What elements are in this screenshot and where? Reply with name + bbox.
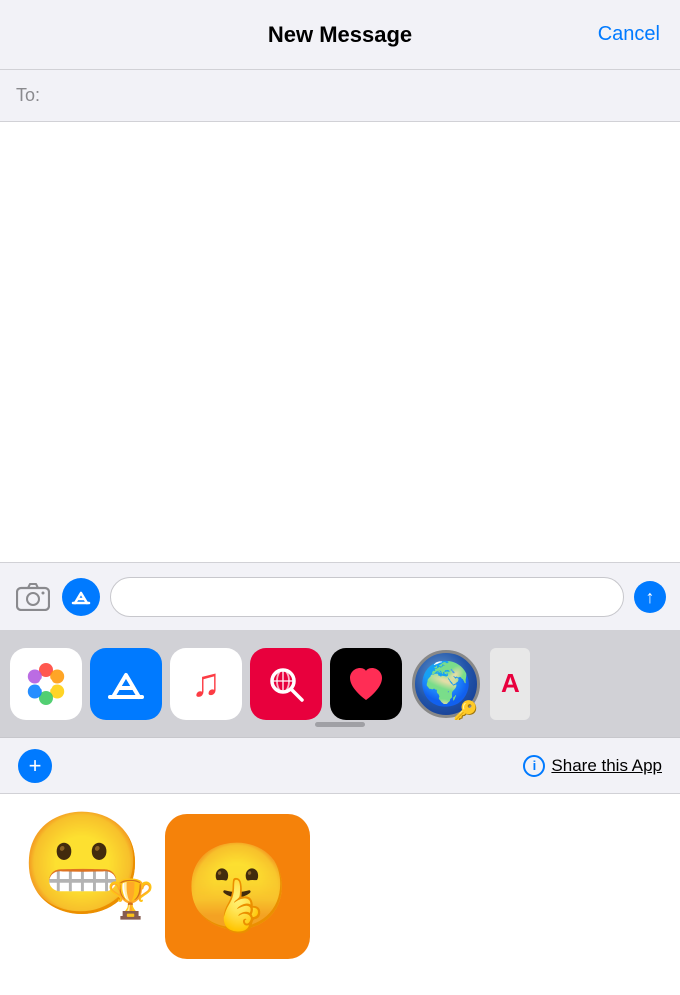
emoji-sweat-silent: 🤫 bbox=[184, 837, 290, 937]
tray-app-ad[interactable]: A bbox=[490, 648, 530, 720]
appstore-quick-button[interactable] bbox=[62, 578, 100, 616]
message-body[interactable] bbox=[0, 122, 680, 562]
emoji-trophy: 🏆 bbox=[107, 878, 154, 922]
emoji-trophy-sticker: 😬 🏆 bbox=[20, 814, 145, 914]
app-tray: ♫ 🌍 🔑 A bbox=[0, 630, 680, 738]
share-row: i Share this App bbox=[523, 755, 662, 777]
emoji-area: 😬 🏆 🤫 bbox=[0, 794, 680, 984]
send-button[interactable]: ↑ bbox=[634, 581, 666, 613]
message-input-wrap bbox=[110, 577, 624, 617]
add-button[interactable]: + bbox=[18, 749, 52, 783]
info-icon-label: i bbox=[533, 758, 537, 773]
tray-app-appstore[interactable] bbox=[90, 648, 162, 720]
action-bar: + i Share this App bbox=[0, 738, 680, 794]
page-title: New Message bbox=[268, 22, 412, 48]
tray-app-music[interactable]: ♫ bbox=[170, 648, 242, 720]
cancel-button[interactable]: Cancel bbox=[598, 23, 660, 46]
tray-app-globe[interactable]: 🌍 🔑 bbox=[410, 648, 482, 720]
emoji-sticker-box: 🤫 bbox=[165, 814, 310, 959]
tray-app-search[interactable] bbox=[250, 648, 322, 720]
share-app-label[interactable]: Share this App bbox=[551, 756, 662, 776]
tray-app-heart[interactable] bbox=[330, 648, 402, 720]
input-bar: ↑ bbox=[0, 562, 680, 630]
to-field-row: To: bbox=[0, 70, 680, 122]
plus-icon: + bbox=[29, 753, 42, 779]
send-arrow-icon: ↑ bbox=[646, 588, 655, 606]
info-button[interactable]: i bbox=[523, 755, 545, 777]
tray-app-photos[interactable] bbox=[10, 648, 82, 720]
to-label: To: bbox=[16, 85, 40, 106]
scroll-indicator bbox=[315, 722, 365, 727]
to-input[interactable] bbox=[48, 85, 664, 106]
header: New Message Cancel bbox=[0, 0, 680, 70]
camera-button[interactable] bbox=[14, 578, 52, 616]
message-input[interactable] bbox=[125, 588, 609, 606]
